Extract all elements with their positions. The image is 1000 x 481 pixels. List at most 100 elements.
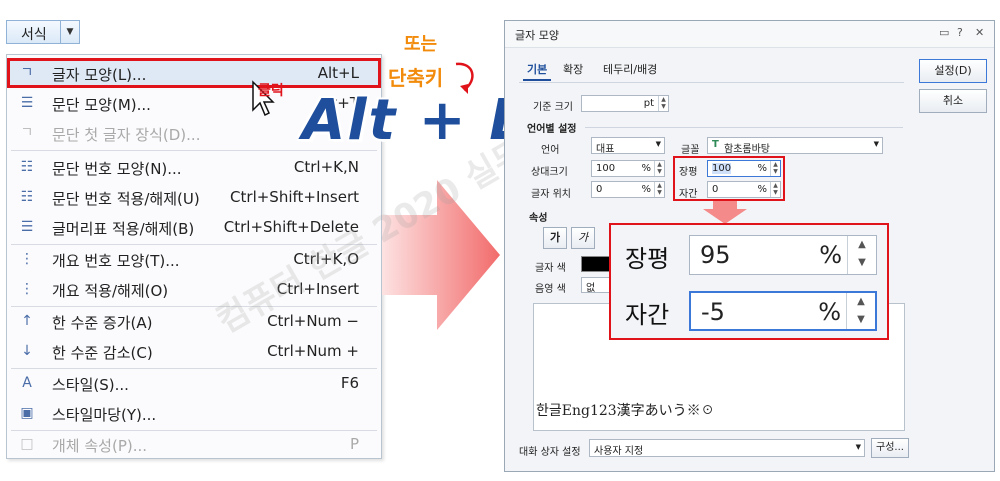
percent-unit: % [641, 163, 651, 174]
zoom-callout: 장평 95 % ▲ ▼ 자간 -5 % ▲ ▼ [609, 223, 889, 340]
menu-item-label: 한 수준 증가(A) [52, 314, 153, 332]
zoom-spacing-value: -5 [701, 298, 725, 326]
italic-button[interactable]: 가 [571, 227, 595, 249]
font-value: 함초롬바탕 [724, 144, 770, 155]
drop-cap-icon: ㄱ [20, 125, 34, 141]
format-menu-button[interactable]: 서식 ▼ [6, 20, 80, 44]
zoom-spacing-label: 자간 [625, 301, 670, 329]
zoom-spacing-spinner[interactable]: ▲ ▼ [846, 293, 875, 329]
font-label: 글꼴 [681, 145, 700, 156]
rel-size-spinner[interactable]: ▲ ▼ [654, 161, 664, 176]
pos-spinner[interactable]: ▲ ▼ [654, 182, 664, 197]
truetype-icon: T [712, 139, 719, 150]
base-size-spinner[interactable]: ▲ ▼ [658, 96, 668, 111]
menu-item-numbering-toggle[interactable]: ☷ 문단 번호 적용/해제(U) Ctrl+Shift+Insert [7, 182, 381, 212]
menu-item-label: 문단 번호 모양(N)... [52, 160, 182, 178]
pos-input[interactable]: 0 % ▲ ▼ [591, 181, 665, 198]
outline-number-icon: ⋮ [20, 251, 34, 267]
font-select[interactable]: T 함초롬바탕 ▼ [707, 137, 883, 155]
numbering-shape-icon: ☷ [20, 159, 34, 175]
tab-border-bg[interactable]: 테두리/배경 [603, 61, 657, 77]
menu-item-style[interactable]: A 스타일(S)... F6 [7, 368, 381, 398]
menu-item-shortcut: P [349, 435, 359, 453]
close-icon[interactable]: ✕ [975, 26, 984, 39]
attr-section-title: 속성 [529, 213, 548, 224]
down-arrow-icon [703, 201, 747, 224]
outline-toggle-icon: ⋮ [20, 281, 34, 297]
dialog-setting-value: 사용자 지정 [594, 446, 644, 457]
zoom-width-value: 95 [700, 241, 731, 269]
rel-size-label: 상대크기 [531, 167, 568, 178]
tab-extended[interactable]: 확장 [563, 61, 583, 77]
rel-size-input[interactable]: 100 % ▲ ▼ [591, 160, 665, 177]
or-annotation: 또는 [404, 34, 438, 55]
base-size-unit: pt [643, 98, 654, 109]
section-divider [585, 127, 903, 128]
active-tab-indicator [523, 79, 551, 81]
menu-item-label: 문단 모양(M)... [52, 96, 151, 114]
set-button[interactable]: 설정(D) [919, 59, 987, 83]
text-color-label: 글자 색 [535, 263, 566, 274]
base-size-input[interactable]: pt ▲ ▼ [581, 95, 669, 112]
numbering-toggle-icon: ☷ [20, 189, 34, 205]
chevron-down-icon: ▼ [873, 140, 879, 148]
tab-divider [519, 82, 904, 83]
menu-item-shortcut: Ctrl+Num − [267, 312, 359, 330]
zoom-width-spinner[interactable]: ▲ ▼ [847, 236, 876, 274]
dialog-titlebar: 글자 모양 ▭ ? ✕ [505, 21, 994, 48]
dialog-setting-label: 대화 상자 설정 [519, 447, 581, 458]
menu-item-label: 스타일(S)... [52, 376, 129, 394]
menu-item-label: 한 수준 감소(C) [52, 344, 153, 362]
zoom-percent: % [819, 241, 842, 269]
menu-item-label: 문단 번호 적용/해제(U) [52, 190, 200, 208]
lang-label: 언어 [541, 145, 560, 156]
shortcut-alt-l: Alt + L [302, 88, 527, 153]
compose-button[interactable]: 구성... [871, 438, 909, 458]
shade-color-label: 음영 색 [535, 284, 566, 295]
zoom-width-input[interactable]: 95 % ▲ ▼ [689, 235, 877, 275]
pos-label: 글자 위치 [531, 189, 571, 200]
zoom-width-label: 장평 [625, 245, 670, 273]
menu-item-shortcut: Ctrl+Num + [267, 342, 359, 360]
shade-color-select[interactable]: 없 [581, 277, 611, 294]
bold-button[interactable]: 가 [543, 227, 567, 249]
char-shape-icon: ㄱ [20, 65, 34, 81]
menu-item-style-gallery[interactable]: ▣ 스타일마당(Y)... [7, 398, 381, 428]
lang-section-title: 언어별 설정 [527, 124, 577, 135]
tab-basic[interactable]: 기본 [527, 61, 547, 77]
zoom-percent: % [818, 298, 841, 326]
menu-item-shortcut: Ctrl+K,N [293, 158, 359, 176]
shortcut-annotation: 단축키 [388, 66, 444, 90]
menu-item-level-up[interactable]: ↑ 한 수준 증가(A) Ctrl+Num − [7, 306, 381, 336]
menu-item-label: 개요 번호 모양(T)... [52, 252, 180, 270]
style-icon: A [22, 375, 32, 391]
rel-size-value: 100 [596, 163, 616, 174]
base-size-label: 기준 크기 [533, 102, 573, 113]
lang-value: 대표 [596, 144, 615, 155]
menu-item-label: 글자 모양(L)... [52, 66, 147, 84]
cancel-button[interactable]: 취소 [919, 89, 987, 113]
menu-item-char-shape[interactable]: ㄱ 글자 모양(L)... Alt+L [7, 58, 381, 88]
format-menu-label: 서식 [21, 27, 47, 43]
menu-item-shortcut: F6 [340, 374, 359, 392]
preview-text: 한글Eng123漢字あいう※☉ [536, 403, 715, 419]
help-icon[interactable]: ? [957, 26, 963, 39]
menu-item-shortcut: Ctrl+Shift+Insert [230, 188, 359, 206]
menu-item-label: 문단 첫 글자 장식(D)... [52, 126, 201, 144]
style-gallery-icon: ▣ [20, 405, 34, 421]
menu-item-shortcut: Alt+L [317, 64, 359, 82]
menu-item-level-down[interactable]: ↓ 한 수준 감소(C) Ctrl+Num + [7, 336, 381, 366]
percent-unit: % [641, 184, 651, 195]
comment-icon[interactable]: ▭ [939, 26, 949, 39]
pos-value: 0 [596, 184, 603, 195]
menu-item-label: 개요 적용/해제(O) [52, 282, 169, 300]
zoom-spacing-input[interactable]: -5 % ▲ ▼ [689, 291, 877, 331]
width-spacing-highlight [673, 156, 785, 201]
menu-item-numbering-shape[interactable]: ☷ 문단 번호 모양(N)... Ctrl+K,N [7, 152, 381, 182]
level-up-icon: ↑ [21, 313, 33, 329]
dialog-setting-select[interactable]: 사용자 지정 ▼ [589, 439, 865, 457]
menu-item-label: 개체 속성(P)... [52, 437, 148, 455]
chevron-down-icon: ▼ [655, 140, 661, 148]
lang-select[interactable]: 대표 ▼ [591, 137, 665, 155]
chevron-down-icon[interactable]: ▼ [60, 21, 79, 43]
